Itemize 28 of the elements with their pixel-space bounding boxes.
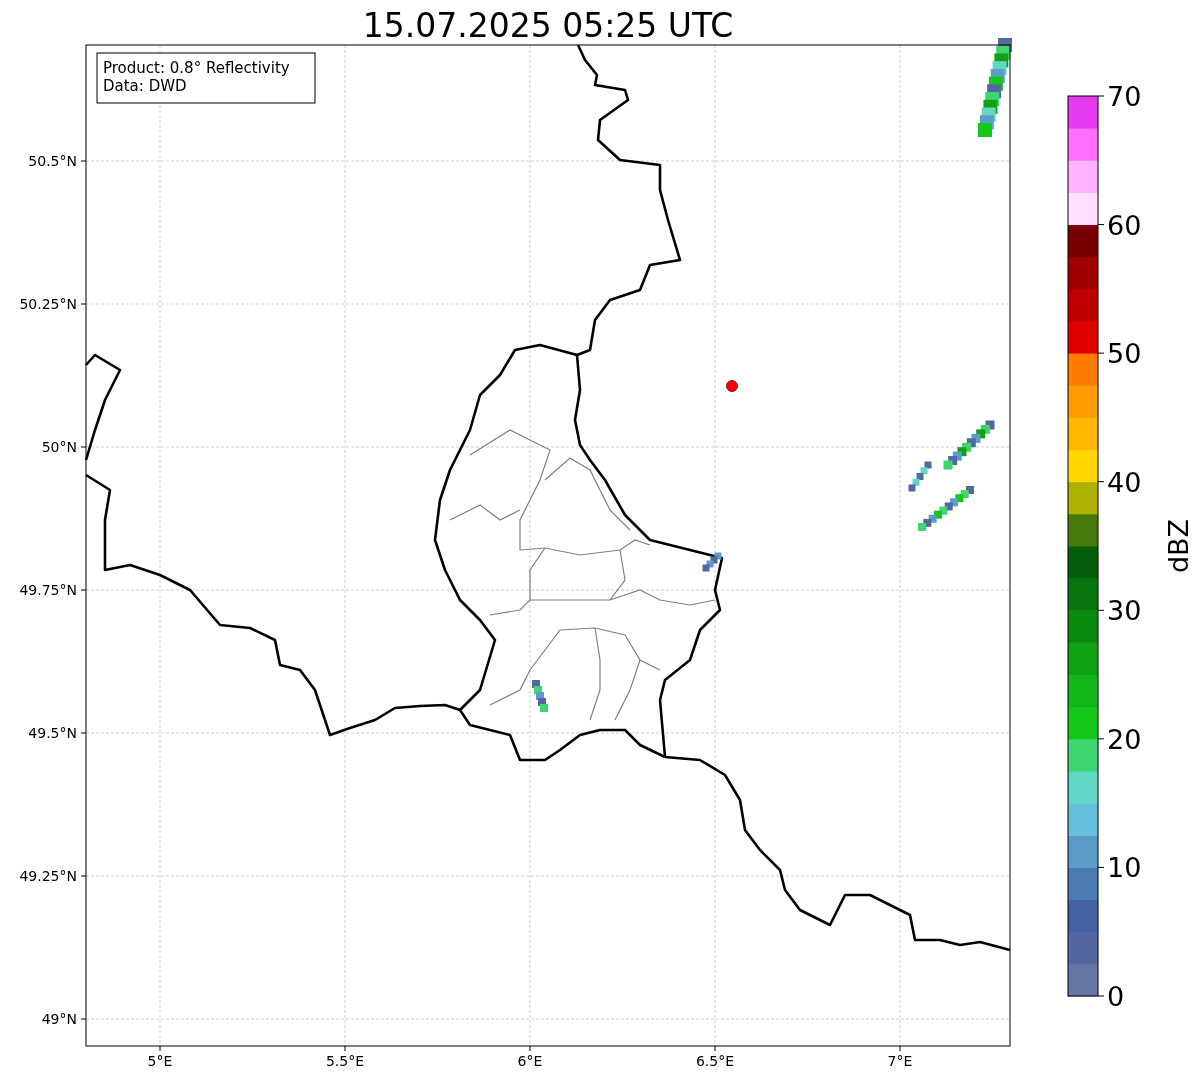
longitude-label: 5°E bbox=[147, 1053, 173, 1069]
longitude-label: 6°E bbox=[517, 1053, 543, 1069]
longitude-label: 6.5°E bbox=[695, 1053, 735, 1069]
longitude-label: 7°E bbox=[887, 1053, 913, 1069]
colorbar-tick-label: 70 bbox=[1107, 81, 1142, 112]
latitude-label: 49.25°N bbox=[19, 868, 77, 884]
latitude-label: 49.5°N bbox=[28, 725, 77, 741]
colorbar-label: dBZ bbox=[1163, 518, 1194, 574]
radar-echo bbox=[532, 680, 548, 712]
latitude-label: 50.25°N bbox=[19, 296, 77, 312]
latitude-label: 50.5°N bbox=[28, 153, 77, 169]
latitude-label: 49°N bbox=[41, 1011, 77, 1027]
chart-title: 15.07.2025 05:25 UTC bbox=[362, 6, 734, 45]
colorbar-tick-label: 60 bbox=[1107, 209, 1142, 241]
radar-site-marker bbox=[726, 380, 738, 392]
latitude-label: 49.75°N bbox=[19, 582, 77, 598]
radar-echo bbox=[943, 420, 995, 470]
colorbar-tick-label: 40 bbox=[1107, 466, 1142, 498]
longitude-label: 5.5°E bbox=[325, 1053, 365, 1069]
colorbar-tick-label: 20 bbox=[1107, 723, 1142, 755]
colorbar-tick-label: 50 bbox=[1107, 338, 1142, 370]
legend-text: Product: 0.8° Reflectivity bbox=[103, 59, 290, 77]
colorbar-tick-label: 0 bbox=[1107, 981, 1125, 1012]
colorbar-tick-label: 30 bbox=[1107, 595, 1142, 627]
colorbar-tick-label: 10 bbox=[1107, 852, 1142, 884]
radar-echo bbox=[702, 552, 722, 572]
legend-text: Data: DWD bbox=[103, 77, 187, 95]
latitude-label: 50°N bbox=[41, 439, 77, 455]
